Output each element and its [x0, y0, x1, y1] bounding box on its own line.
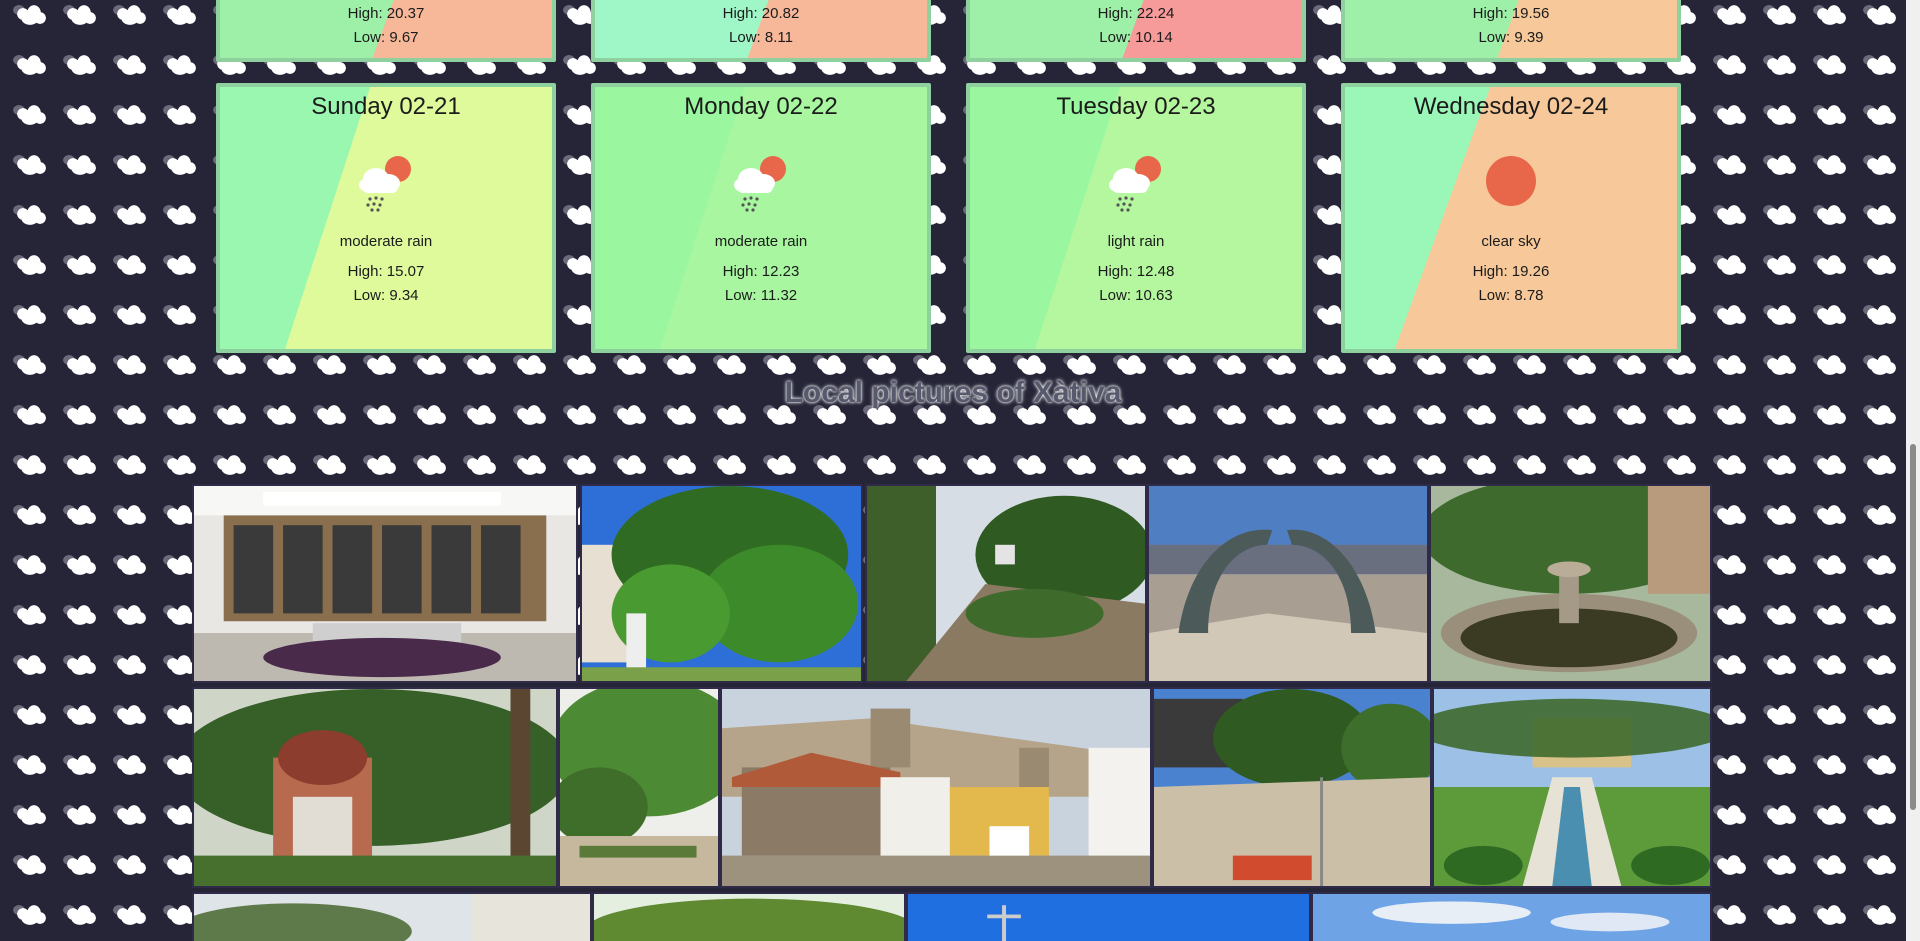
gallery-photo[interactable]: [192, 687, 558, 888]
gallery-title: Local pictures of Xàtiva: [784, 376, 1122, 409]
rain-cloud-sun-icon: [346, 141, 426, 221]
gallery-photo[interactable]: [592, 892, 906, 941]
temp-high: High: 19.56: [1472, 5, 1550, 22]
sun-icon: [1471, 141, 1551, 221]
forecast-card-sunday: Sunday 02-21 moderate rain High: 15.07 L…: [216, 83, 556, 353]
temp-high: High: 22.24: [1097, 5, 1175, 22]
temp-low: Low: 10.14: [1099, 29, 1173, 46]
temp-low: Low: 9.39: [1478, 29, 1544, 46]
page-scrollbar[interactable]: [1906, 0, 1920, 941]
temp-high: High: 20.82: [722, 5, 800, 22]
gallery-photo[interactable]: [1152, 687, 1432, 888]
forecast-day: Monday 02-22: [684, 93, 838, 120]
temp-high: High: 12.48: [1097, 263, 1175, 280]
gallery-photo[interactable]: [192, 484, 578, 683]
temp-low: Low: 9.67: [353, 29, 419, 46]
gallery-photo[interactable]: [1311, 892, 1712, 941]
scrollbar-thumb[interactable]: [1910, 444, 1916, 810]
gallery-photo[interactable]: [580, 484, 863, 683]
weather-description: light rain: [1107, 233, 1165, 250]
gallery-photo[interactable]: [865, 484, 1147, 683]
gallery-photo[interactable]: [1432, 687, 1712, 888]
forecast-card-top-3: High: 22.24 Low: 10.14: [966, 0, 1306, 62]
temp-low: Low: 8.78: [1478, 287, 1544, 304]
forecast-card-top-4: High: 19.56 Low: 9.39: [1341, 0, 1681, 62]
temp-low: Low: 11.32: [724, 287, 798, 304]
forecast-day: Sunday 02-21: [311, 93, 461, 120]
gallery-photo[interactable]: [720, 687, 1152, 888]
forecast-card-top-1: High: 20.37 Low: 9.67: [216, 0, 556, 62]
forecast-card-monday: Monday 02-22 moderate rain High: 12.23 L…: [591, 83, 931, 353]
forecast-card-tuesday: Tuesday 02-23 light rain High: 12.48 Low…: [966, 83, 1306, 353]
weather-description: moderate rain: [714, 233, 808, 250]
temp-high: High: 15.07: [347, 263, 425, 280]
weather-description: clear sky: [1481, 233, 1541, 250]
temp-high: High: 20.37: [347, 5, 425, 22]
forecast-card-top-2: High: 20.82 Low: 8.11: [591, 0, 931, 62]
gallery-photo[interactable]: [1147, 484, 1429, 683]
forecast-card-wednesday: Wednesday 02-24 clear sky High: 19.26 Lo…: [1341, 83, 1681, 353]
gallery-photo[interactable]: [192, 892, 592, 941]
gallery-photo[interactable]: [558, 687, 720, 888]
temp-low: Low: 8.11: [729, 29, 793, 46]
forecast-day: Wednesday 02-24: [1413, 93, 1609, 120]
weather-description: moderate rain: [339, 233, 433, 250]
gallery-photo[interactable]: [906, 892, 1311, 941]
rain-cloud-sun-icon: [1096, 141, 1176, 221]
temp-high: High: 19.26: [1472, 263, 1550, 280]
temp-low: Low: 10.63: [1099, 287, 1173, 304]
forecast-day: Tuesday 02-23: [1056, 93, 1216, 120]
temp-low: Low: 9.34: [353, 287, 419, 304]
temp-high: High: 12.23: [722, 263, 800, 280]
rain-cloud-sun-icon: [721, 141, 801, 221]
gallery-photo[interactable]: [1429, 484, 1712, 683]
